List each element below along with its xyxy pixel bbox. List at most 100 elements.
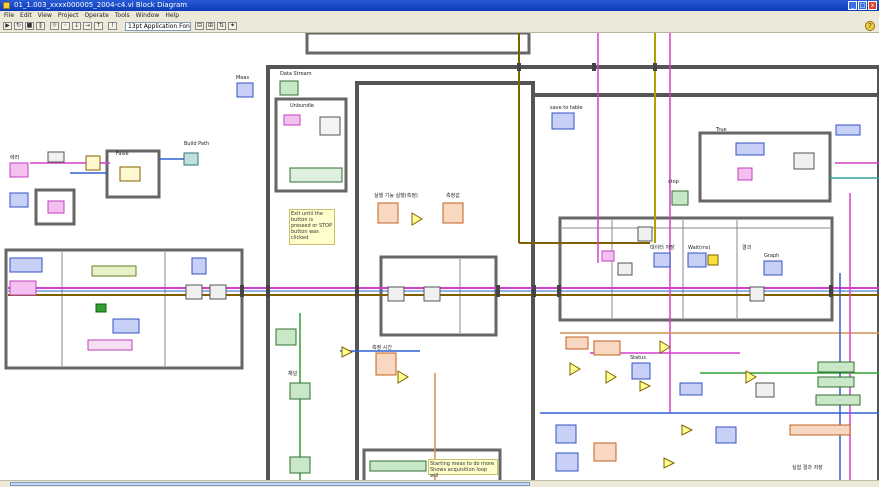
menu-help[interactable]: Help	[165, 11, 179, 20]
mid-subvi-1[interactable]	[387, 286, 405, 302]
sequence-node-3[interactable]	[687, 252, 707, 268]
menu-project[interactable]: Project	[58, 11, 79, 20]
cleanup-diagram-icon[interactable]: ✦	[228, 22, 237, 30]
bool-control-1[interactable]	[275, 328, 297, 346]
bottom-right-node[interactable]	[715, 426, 737, 444]
array-subvi[interactable]	[755, 382, 775, 398]
sequence-node-2[interactable]	[653, 252, 671, 268]
highlight-execution-icon[interactable]: ☼	[50, 22, 59, 30]
menu-window[interactable]: Window	[136, 11, 160, 20]
menu-edit[interactable]: Edit	[20, 11, 32, 20]
greater-than-node[interactable]	[411, 212, 423, 226]
select-node[interactable]	[681, 424, 694, 436]
subtract-node[interactable]	[659, 340, 671, 354]
close-button[interactable]: x	[868, 1, 877, 10]
top-frame[interactable]	[305, 33, 531, 55]
cluster-node[interactable]	[112, 318, 140, 334]
file-path-indicator[interactable]	[183, 152, 199, 166]
run-arrow-icon[interactable]: ▶	[3, 22, 12, 30]
subvi-node-b[interactable]	[209, 284, 227, 300]
cluster-constant-2[interactable]	[735, 142, 765, 156]
warning-icon[interactable]: !	[108, 22, 117, 30]
error-cluster-terminal[interactable]	[9, 162, 29, 178]
bool-control-3[interactable]	[289, 456, 311, 474]
path-terminal[interactable]	[9, 192, 29, 208]
numeric-constant[interactable]	[236, 82, 254, 98]
string-constant[interactable]	[91, 265, 137, 277]
boolean-terminal[interactable]	[279, 80, 299, 96]
bottom-orange-node[interactable]	[593, 442, 617, 462]
local-variable-node[interactable]	[319, 116, 341, 136]
multiply-node[interactable]	[397, 370, 409, 384]
context-help-icon[interactable]: ?	[865, 21, 875, 31]
abort-icon[interactable]: ■	[25, 22, 34, 30]
run-continuous-icon[interactable]: ↻	[14, 22, 23, 30]
top-right-node[interactable]	[835, 124, 861, 136]
case-inner-node[interactable]	[119, 166, 141, 182]
strip-path-node[interactable]	[85, 155, 101, 171]
bottom-blue-node-2[interactable]	[555, 452, 579, 472]
step-over-icon[interactable]: →	[83, 22, 92, 30]
step-into-icon[interactable]: ↓	[72, 22, 81, 30]
error-in-node[interactable]	[47, 200, 65, 214]
green-indicator-1[interactable]	[817, 361, 855, 373]
menu-operate[interactable]: Operate	[84, 11, 108, 20]
menu-tools[interactable]: Tools	[115, 11, 130, 20]
bundle-node[interactable]	[87, 339, 133, 351]
orange-indicator[interactable]	[789, 424, 851, 436]
step-out-icon[interactable]: ↑	[94, 22, 103, 30]
subvi-node-a[interactable]	[185, 284, 203, 300]
right-subvi[interactable]	[793, 152, 815, 170]
increment-node[interactable]	[663, 457, 676, 469]
distribute-objects-icon[interactable]: ⊞	[206, 22, 215, 30]
double-constant-2[interactable]	[442, 202, 464, 224]
retain-wire-values-icon[interactable]: ◦	[61, 22, 70, 30]
numeric-const-orange[interactable]	[565, 336, 589, 350]
add-node[interactable]	[569, 362, 581, 376]
pink-const-1[interactable]	[601, 250, 615, 262]
string-indicator[interactable]	[283, 114, 301, 126]
seq-subvi-b[interactable]	[749, 286, 765, 302]
minimize-button[interactable]: _	[848, 1, 857, 10]
maximize-button[interactable]: □	[858, 1, 867, 10]
green-indicator-2[interactable]	[817, 376, 855, 388]
event-node[interactable]	[289, 167, 343, 183]
string-node-pink[interactable]	[737, 167, 753, 181]
menu-file[interactable]: File	[4, 11, 14, 20]
max-node[interactable]	[605, 370, 617, 384]
horizontal-scrollbar[interactable]	[0, 480, 879, 487]
bottom-green-node[interactable]	[369, 460, 427, 472]
stop-control[interactable]	[671, 190, 689, 206]
bottom-blue-node[interactable]	[555, 424, 577, 444]
pause-icon[interactable]: ‖	[36, 22, 45, 30]
menu-view[interactable]: View	[38, 11, 52, 20]
double-constant-3[interactable]	[375, 352, 397, 376]
mid-subvi-2[interactable]	[423, 286, 441, 302]
bool-control-2[interactable]	[289, 382, 311, 400]
build-path-node[interactable]	[47, 151, 65, 163]
sequence-node-4[interactable]	[707, 254, 719, 266]
bool-true-constant[interactable]	[95, 303, 107, 313]
green-indicator-3[interactable]	[815, 394, 861, 406]
sequence-node-1[interactable]	[637, 226, 653, 242]
compare-node[interactable]	[341, 346, 354, 358]
reorder-icon[interactable]: ⇅	[217, 22, 226, 30]
stacked-sequence-right[interactable]	[558, 216, 834, 322]
align-objects-icon[interactable]: ⊟	[195, 22, 204, 30]
main-while-loop[interactable]	[266, 65, 879, 487]
block-diagram-canvas[interactable]: Build Path 에러 Data Stream Meas save to t…	[0, 33, 879, 487]
indicator-node-3[interactable]	[191, 257, 207, 275]
sequence-frame-2[interactable]	[355, 81, 535, 487]
save-table-terminal[interactable]	[551, 112, 575, 130]
index-node[interactable]	[631, 362, 651, 380]
double-constant-1[interactable]	[377, 202, 399, 224]
numeric-const-orange-2[interactable]	[593, 340, 621, 356]
seq-subvi-a[interactable]	[617, 262, 633, 276]
scrollbar-thumb[interactable]	[10, 482, 530, 486]
graph-indicator[interactable]	[763, 260, 783, 276]
init-node-1[interactable]	[9, 257, 43, 273]
divide-node[interactable]	[639, 380, 652, 392]
array-node[interactable]	[679, 382, 703, 396]
init-node-2[interactable]	[9, 280, 37, 296]
font-select[interactable]: 13pt Application Font	[125, 22, 191, 31]
